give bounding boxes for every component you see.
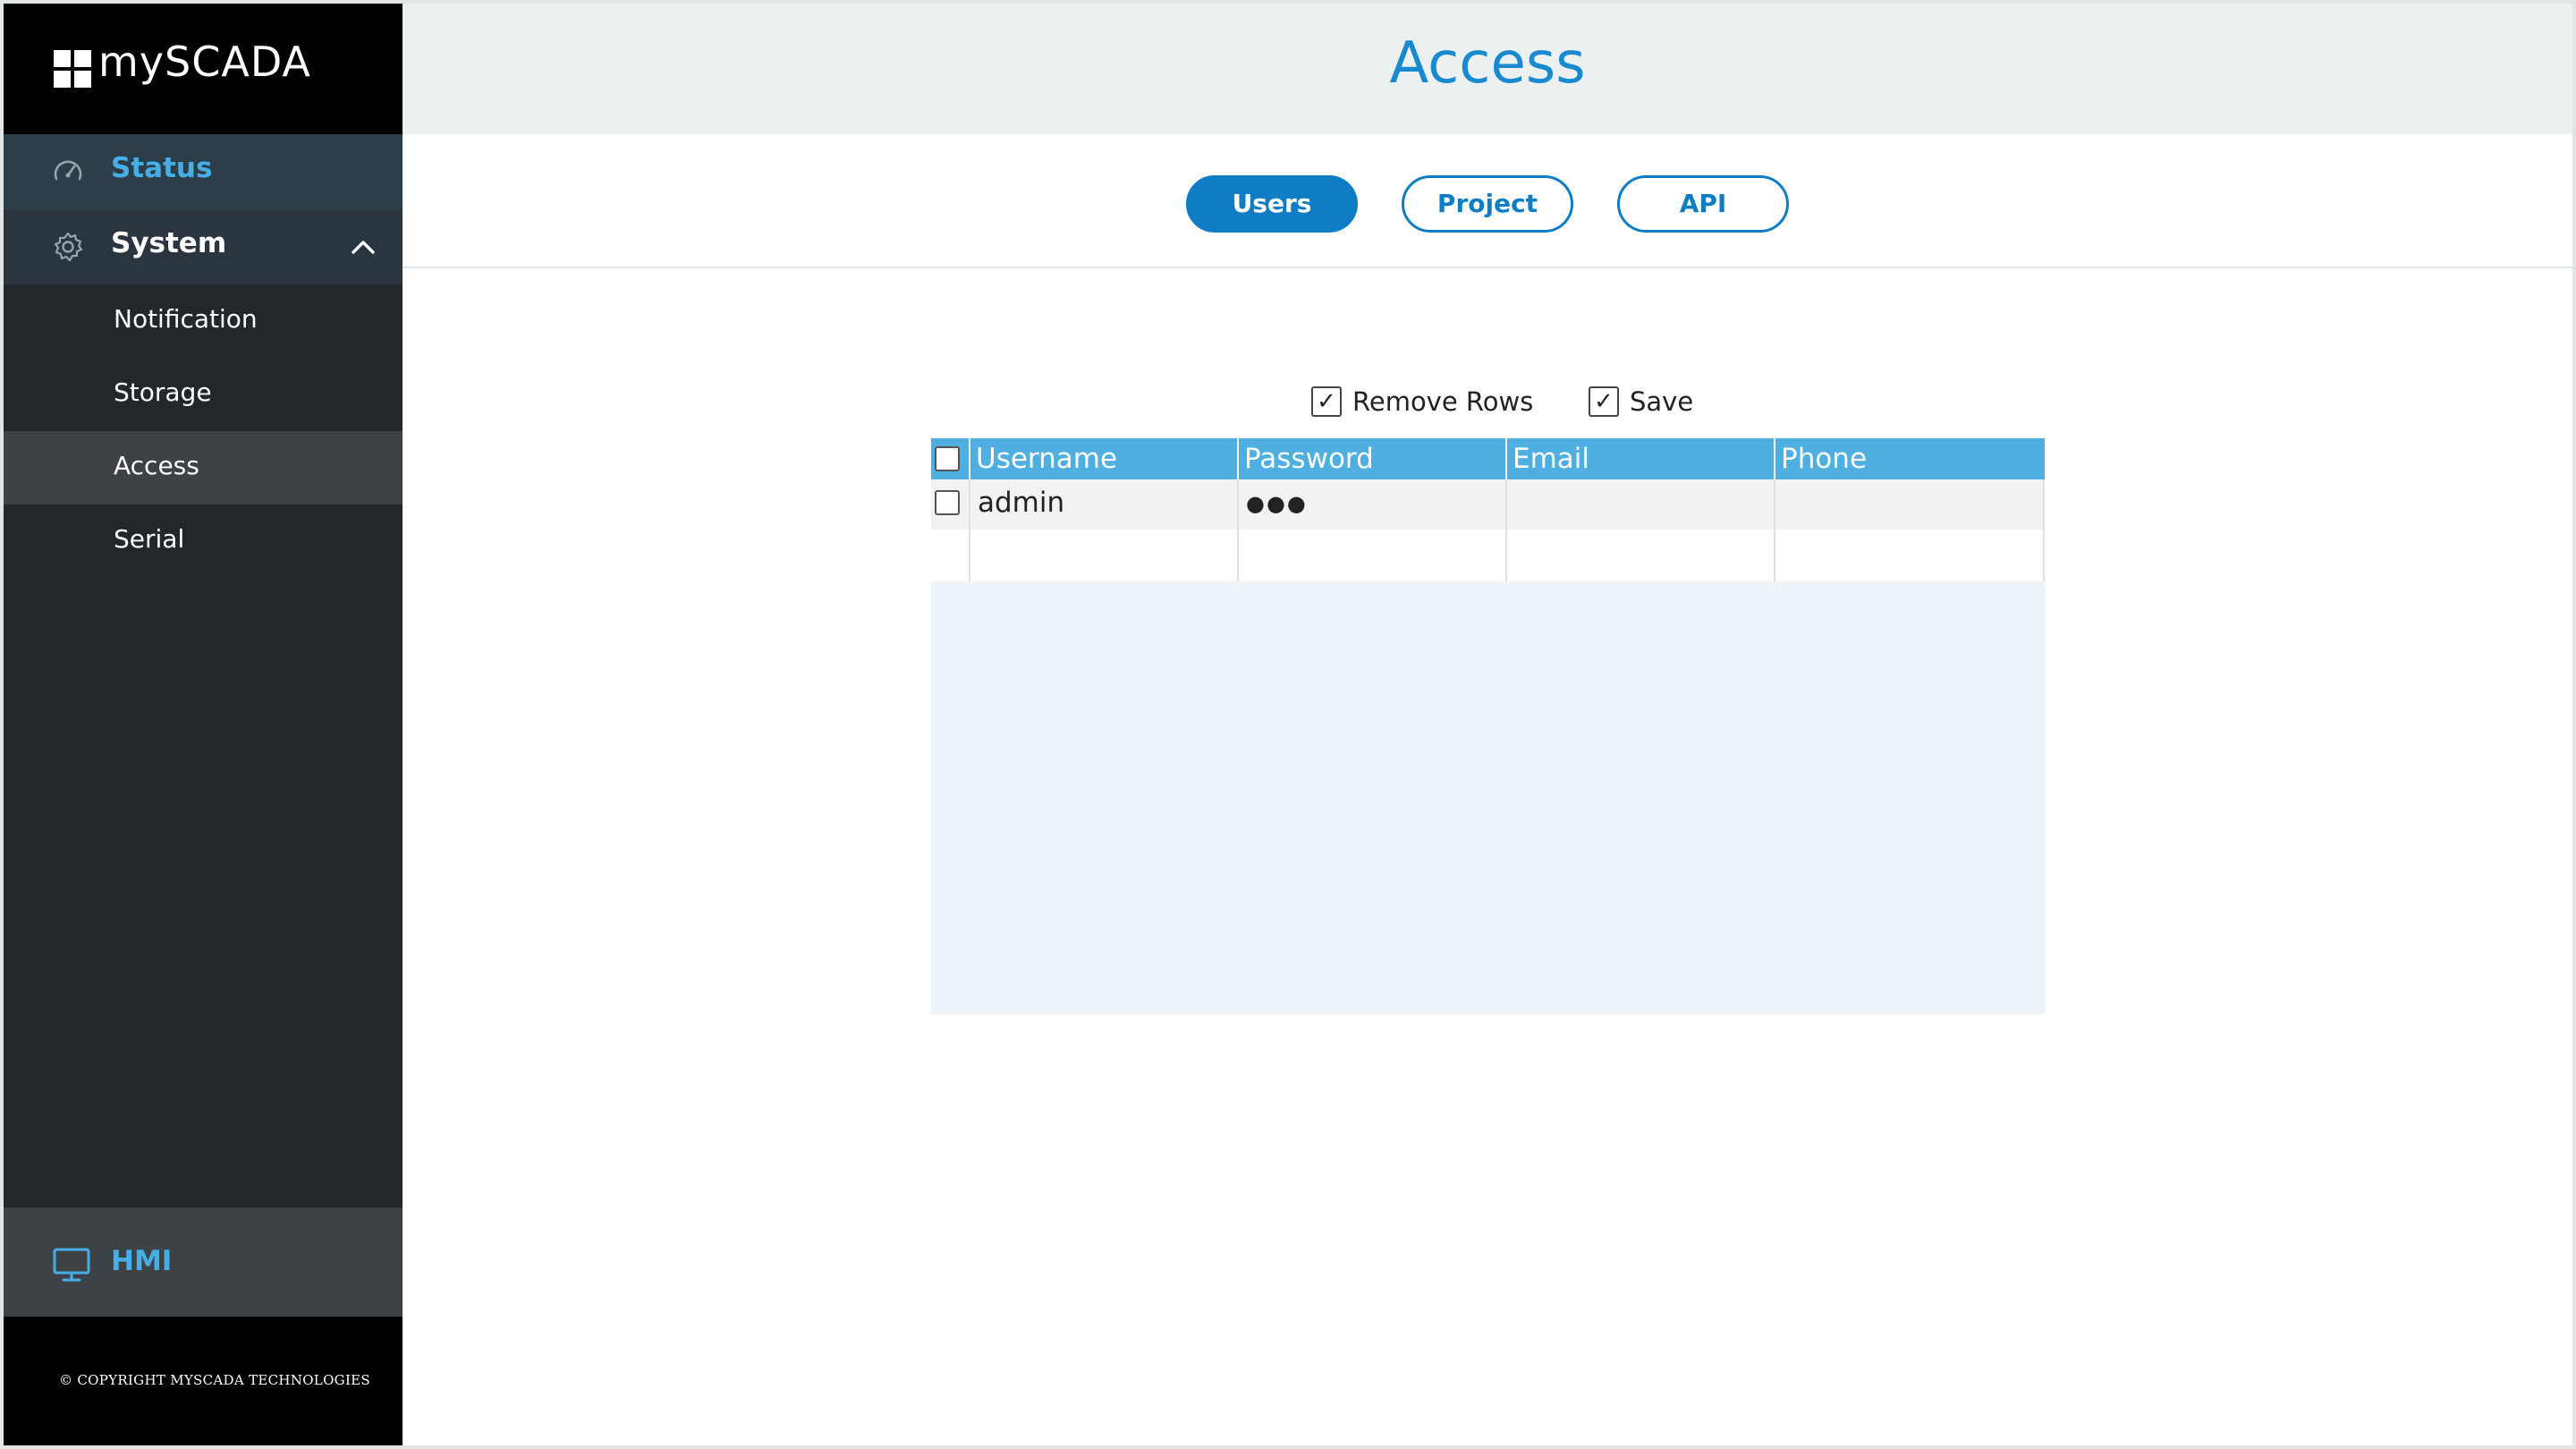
remove-rows-label: Remove Rows [1352, 386, 1534, 417]
table-header: Username Password Email Phone [931, 438, 2045, 479]
select-all-cell [931, 438, 970, 479]
users-table: Username Password Email Phone admin ●●● [931, 438, 2045, 1014]
sidebar-item-notification[interactable]: Notification [4, 284, 402, 358]
cell-username[interactable]: admin [970, 479, 1239, 530]
column-header-password[interactable]: Password [1239, 438, 1507, 479]
column-header-label: Password [1244, 443, 1374, 475]
empty-cell [931, 530, 970, 581]
logo-icon [54, 50, 91, 88]
footer: © COPYRIGHT MYSCADA TECHNOLOGIES [4, 1317, 402, 1445]
tab-project[interactable]: Project [1402, 175, 1573, 233]
gear-icon [54, 232, 83, 262]
monitor-icon [53, 1248, 90, 1282]
empty-cell[interactable] [1507, 530, 1775, 581]
remove-rows-button[interactable]: ✓ Remove Rows [1311, 385, 1544, 420]
table-row[interactable]: admin ●●● [931, 479, 2045, 530]
sidebar-item-storage[interactable]: Storage [4, 358, 402, 431]
empty-cell[interactable] [1239, 530, 1507, 581]
row-checkbox[interactable] [935, 490, 960, 515]
username-value: admin [978, 487, 1065, 519]
column-header-email[interactable]: Email [1507, 438, 1775, 479]
tab-users[interactable]: Users [1186, 175, 1358, 233]
cell-phone[interactable] [1775, 479, 2045, 530]
sidebar-item-hmi[interactable]: HMI [4, 1208, 402, 1317]
row-select-cell [931, 479, 970, 530]
save-button[interactable]: ✓ Save [1589, 385, 1723, 420]
column-header-label: Username [976, 443, 1118, 475]
sidebar: mySCADA Status System Notification Stora… [4, 4, 402, 1445]
page-title: Access [1389, 30, 1586, 97]
sidebar-item-label: Notification [114, 304, 258, 334]
save-label: Save [1630, 386, 1694, 417]
logo-bar: mySCADA [4, 4, 402, 134]
sidebar-item-label: Storage [114, 377, 212, 407]
check-icon: ✓ [1311, 386, 1342, 417]
cell-password[interactable]: ●●● [1239, 479, 1507, 530]
brand-name: mySCADA [98, 38, 311, 86]
column-header-phone[interactable]: Phone [1775, 438, 2045, 479]
sidebar-item-system-label: System [111, 227, 227, 259]
sidebar-item-system[interactable]: System [4, 209, 402, 284]
chevron-up-icon[interactable] [347, 231, 379, 263]
sidebar-item-label: Serial [114, 524, 185, 554]
sidebar-item-status-label: Status [111, 152, 213, 184]
select-all-checkbox[interactable] [935, 446, 960, 471]
copyright-text: © COPYRIGHT MYSCADA TECHNOLOGIES [59, 1372, 370, 1388]
column-header-label: Phone [1781, 443, 1868, 475]
tab-bar: Users Project API [402, 134, 2572, 268]
page-header: Access [402, 4, 2572, 134]
empty-cell[interactable] [970, 530, 1239, 581]
sidebar-item-label: Access [114, 451, 199, 480]
sidebar-item-serial[interactable]: Serial [4, 504, 402, 578]
check-icon: ✓ [1589, 386, 1619, 417]
table-row-empty[interactable] [931, 530, 2045, 581]
password-value: ●●● [1246, 491, 1308, 516]
empty-cell[interactable] [1775, 530, 2045, 581]
speedometer-icon [54, 160, 82, 181]
sidebar-item-hmi-label: HMI [111, 1245, 173, 1277]
sidebar-item-access[interactable]: Access [4, 431, 402, 504]
tab-api[interactable]: API [1617, 175, 1789, 233]
cell-email[interactable] [1507, 479, 1775, 530]
sidebar-item-status[interactable]: Status [4, 134, 402, 209]
column-header-username[interactable]: Username [970, 438, 1239, 479]
column-header-label: Email [1513, 443, 1590, 475]
